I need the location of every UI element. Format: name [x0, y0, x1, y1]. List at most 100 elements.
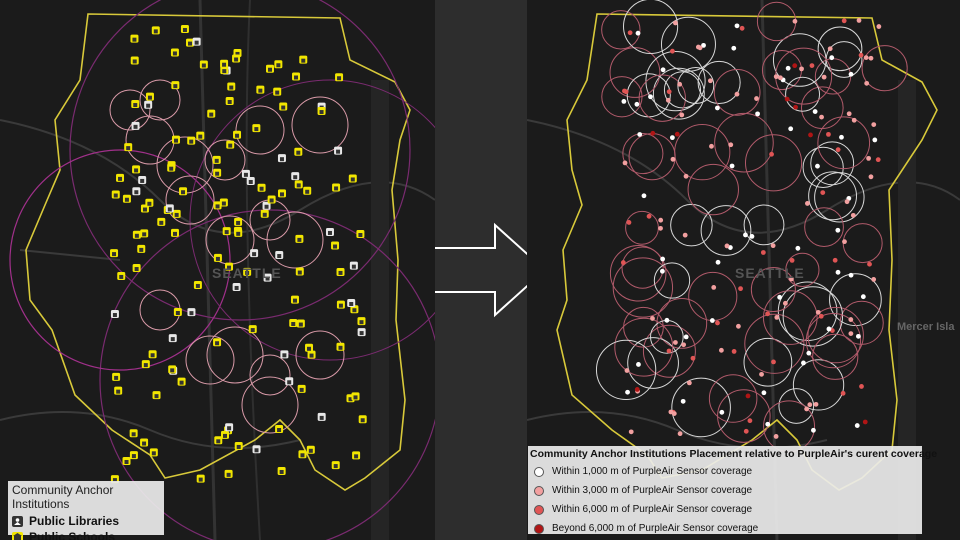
- left-legend-title: Community Anchor Institutions: [12, 483, 114, 511]
- school-icon: [299, 55, 308, 64]
- library-icon: [168, 334, 177, 343]
- institution-dot: [813, 401, 819, 407]
- school-icon: [116, 173, 125, 182]
- school-icon: [180, 25, 189, 34]
- school-icon: [131, 100, 140, 109]
- school-icon: [148, 350, 157, 359]
- institution-dot: [862, 419, 868, 425]
- library-icon: [252, 445, 261, 454]
- school-icon: [225, 97, 234, 106]
- buffer-ring: [804, 207, 844, 247]
- institution-markers: [110, 25, 367, 484]
- institution-dot: [871, 122, 877, 128]
- library-icon: [246, 176, 255, 185]
- institution-dot: [624, 368, 630, 373]
- institution-dot: [664, 317, 670, 323]
- institution-dot: [759, 371, 764, 377]
- school-icon: [12, 531, 23, 540]
- institution-dot: [666, 348, 672, 354]
- school-icon: [227, 82, 236, 91]
- school-icon: [172, 209, 181, 218]
- school-icon: [170, 48, 179, 57]
- institution-dot: [658, 225, 663, 231]
- legend-dot-white: [534, 466, 544, 477]
- institution-dot: [620, 260, 626, 265]
- legend-dot-red: [534, 504, 544, 515]
- institution-dot: [747, 418, 753, 424]
- school-icon: [348, 174, 357, 183]
- buffer-ring: [295, 330, 345, 380]
- buffer-ring: [697, 60, 741, 105]
- school-icon: [305, 343, 314, 352]
- school-icon: [130, 34, 139, 43]
- institution-dot: [782, 300, 788, 306]
- institution-dot: [826, 326, 832, 332]
- school-icon: [213, 201, 222, 210]
- institution-dot: [729, 163, 735, 169]
- school-icon: [145, 92, 154, 101]
- institution-dot: [826, 131, 831, 137]
- school-icon: [352, 451, 361, 460]
- institution-dot: [801, 360, 806, 366]
- legend-dot-light-pink: [534, 485, 544, 496]
- institution-dot: [621, 99, 627, 104]
- institution-dot: [856, 18, 862, 23]
- school-icon: [317, 107, 326, 116]
- school-icon: [187, 136, 196, 145]
- institution-dot: [743, 232, 748, 238]
- institution-dot: [646, 213, 652, 219]
- school-icon: [132, 165, 141, 174]
- school-icon: [149, 448, 158, 457]
- school-icon: [212, 155, 221, 164]
- institution-dot: [859, 384, 864, 389]
- institution-dot: [648, 94, 653, 100]
- institution-dot: [829, 55, 835, 61]
- city-label: SEATTLE: [735, 265, 805, 281]
- school-icon: [151, 26, 160, 35]
- buffer-ring: [609, 47, 661, 98]
- institution-dot: [680, 398, 686, 404]
- institution-dot: [812, 109, 818, 114]
- school-icon: [252, 124, 261, 133]
- school-icon: [193, 280, 202, 289]
- buffer-ring: [241, 376, 299, 434]
- school-icon: [303, 186, 312, 195]
- library-icon: [317, 412, 326, 421]
- school-icon: [256, 85, 265, 94]
- school-icon: [173, 308, 182, 317]
- school-icon: [289, 319, 298, 328]
- buffer-ring: [812, 333, 859, 380]
- school-icon: [140, 438, 149, 447]
- institution-dot: [848, 71, 854, 77]
- institution-dot: [715, 259, 721, 265]
- legend-dot-dark-red: [534, 523, 544, 534]
- institution-dot: [872, 137, 878, 143]
- buffer-ring: [671, 377, 731, 438]
- institution-dot: [715, 105, 720, 111]
- buffer-ring: [782, 286, 844, 347]
- school-icon: [357, 317, 366, 326]
- buffer-ring: [717, 389, 771, 443]
- institution-dot: [754, 96, 759, 101]
- school-icon: [277, 189, 286, 198]
- institution-dot: [807, 402, 813, 408]
- institution-dot: [728, 142, 734, 148]
- institution-dot: [686, 380, 692, 386]
- institution-dot: [774, 314, 780, 320]
- buffer-ring: [805, 312, 862, 369]
- institution-dot: [789, 257, 795, 263]
- library-icon: [280, 350, 289, 359]
- library-icon: [241, 169, 250, 178]
- institution-dot: [850, 212, 856, 218]
- institution-dot: [695, 44, 701, 50]
- library-icon: [110, 310, 119, 319]
- buffer-ring: [842, 223, 883, 264]
- school-icon: [220, 59, 229, 68]
- institution-dot: [634, 101, 640, 107]
- institution-dot: [842, 239, 847, 245]
- buffer-ring: [660, 16, 716, 72]
- library-icon: [225, 423, 234, 432]
- library-icon: [138, 175, 147, 184]
- institution-dot: [846, 111, 852, 117]
- school-icon: [129, 429, 138, 438]
